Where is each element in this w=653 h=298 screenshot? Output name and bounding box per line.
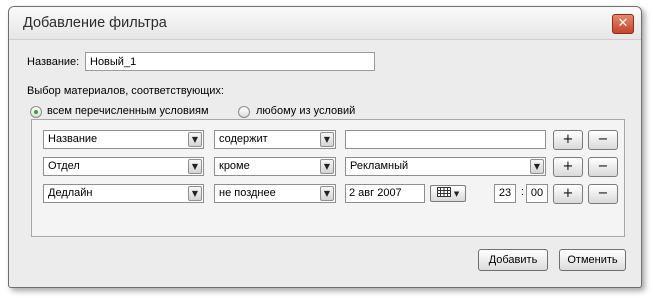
add-filter-dialog: Добавление фильтра ✕ Название: Новый_1 В…: [8, 6, 642, 288]
radio-any-condition-label: любому из условий: [256, 105, 356, 117]
condition-operator-value: не позднее: [219, 187, 276, 199]
name-label: Название:: [27, 56, 80, 68]
chevron-down-icon: ▼: [320, 159, 334, 174]
chevron-down-icon: ▼: [453, 190, 460, 198]
time-separator: :: [521, 186, 525, 198]
radio-selected-indicator: [34, 110, 38, 114]
calendar-icon: [436, 187, 451, 197]
hour-input[interactable]: 23: [494, 184, 516, 203]
condition-value-input[interactable]: [345, 130, 546, 149]
chevron-down-icon: ▼: [320, 132, 334, 147]
condition-operator-select[interactable]: не позднее ▼: [214, 184, 336, 203]
date-input[interactable]: 2 авг 2007: [345, 184, 425, 203]
radio-any-condition[interactable]: [238, 106, 250, 118]
minute-input[interactable]: 00: [526, 184, 548, 203]
selection-label: Выбор материалов, соответствующих:: [27, 85, 224, 97]
chevron-down-icon: ▼: [188, 186, 202, 201]
condition-operator-select[interactable]: содержит ▼: [214, 130, 336, 149]
add-button[interactable]: Добавить: [478, 249, 548, 271]
add-condition-button[interactable]: +: [553, 184, 583, 204]
condition-field-value: Название: [48, 133, 98, 145]
dialog-title: Добавление фильтра: [23, 15, 167, 31]
conditions-panel: Название ▼ содержит ▼ + − Отдел ▼ кроме …: [31, 119, 625, 237]
add-condition-button[interactable]: +: [553, 130, 583, 150]
remove-condition-button[interactable]: −: [588, 157, 618, 177]
condition-value-selected: Рекламный: [350, 160, 409, 172]
condition-operator-value: содержит: [219, 133, 268, 145]
cancel-button[interactable]: Отменить: [559, 249, 626, 271]
condition-field-value: Дедлайн: [48, 187, 93, 199]
condition-operator-value: кроме: [219, 160, 250, 172]
condition-field-select[interactable]: Дедлайн ▼: [43, 184, 204, 203]
remove-condition-button[interactable]: −: [588, 184, 618, 204]
chevron-down-icon: ▼: [188, 159, 202, 174]
condition-value-select[interactable]: Рекламный ▼: [345, 157, 546, 176]
title-bar[interactable]: Добавление фильтра ✕: [9, 7, 641, 40]
calendar-button[interactable]: ▼: [430, 185, 466, 202]
condition-operator-select[interactable]: кроме ▼: [214, 157, 336, 176]
name-input[interactable]: Новый_1: [85, 52, 375, 71]
condition-field-select[interactable]: Отдел ▼: [43, 157, 204, 176]
radio-all-conditions-label: всем перечисленным условиям: [47, 105, 209, 117]
condition-field-select[interactable]: Название ▼: [43, 130, 204, 149]
radio-all-conditions[interactable]: [30, 106, 42, 118]
chevron-down-icon: ▼: [188, 132, 202, 147]
close-button[interactable]: ✕: [612, 14, 634, 34]
condition-field-value: Отдел: [48, 160, 80, 172]
chevron-down-icon: ▼: [320, 186, 334, 201]
close-icon: ✕: [617, 16, 629, 31]
chevron-down-icon: ▼: [530, 159, 544, 174]
remove-condition-button[interactable]: −: [588, 130, 618, 150]
add-condition-button[interactable]: +: [553, 157, 583, 177]
